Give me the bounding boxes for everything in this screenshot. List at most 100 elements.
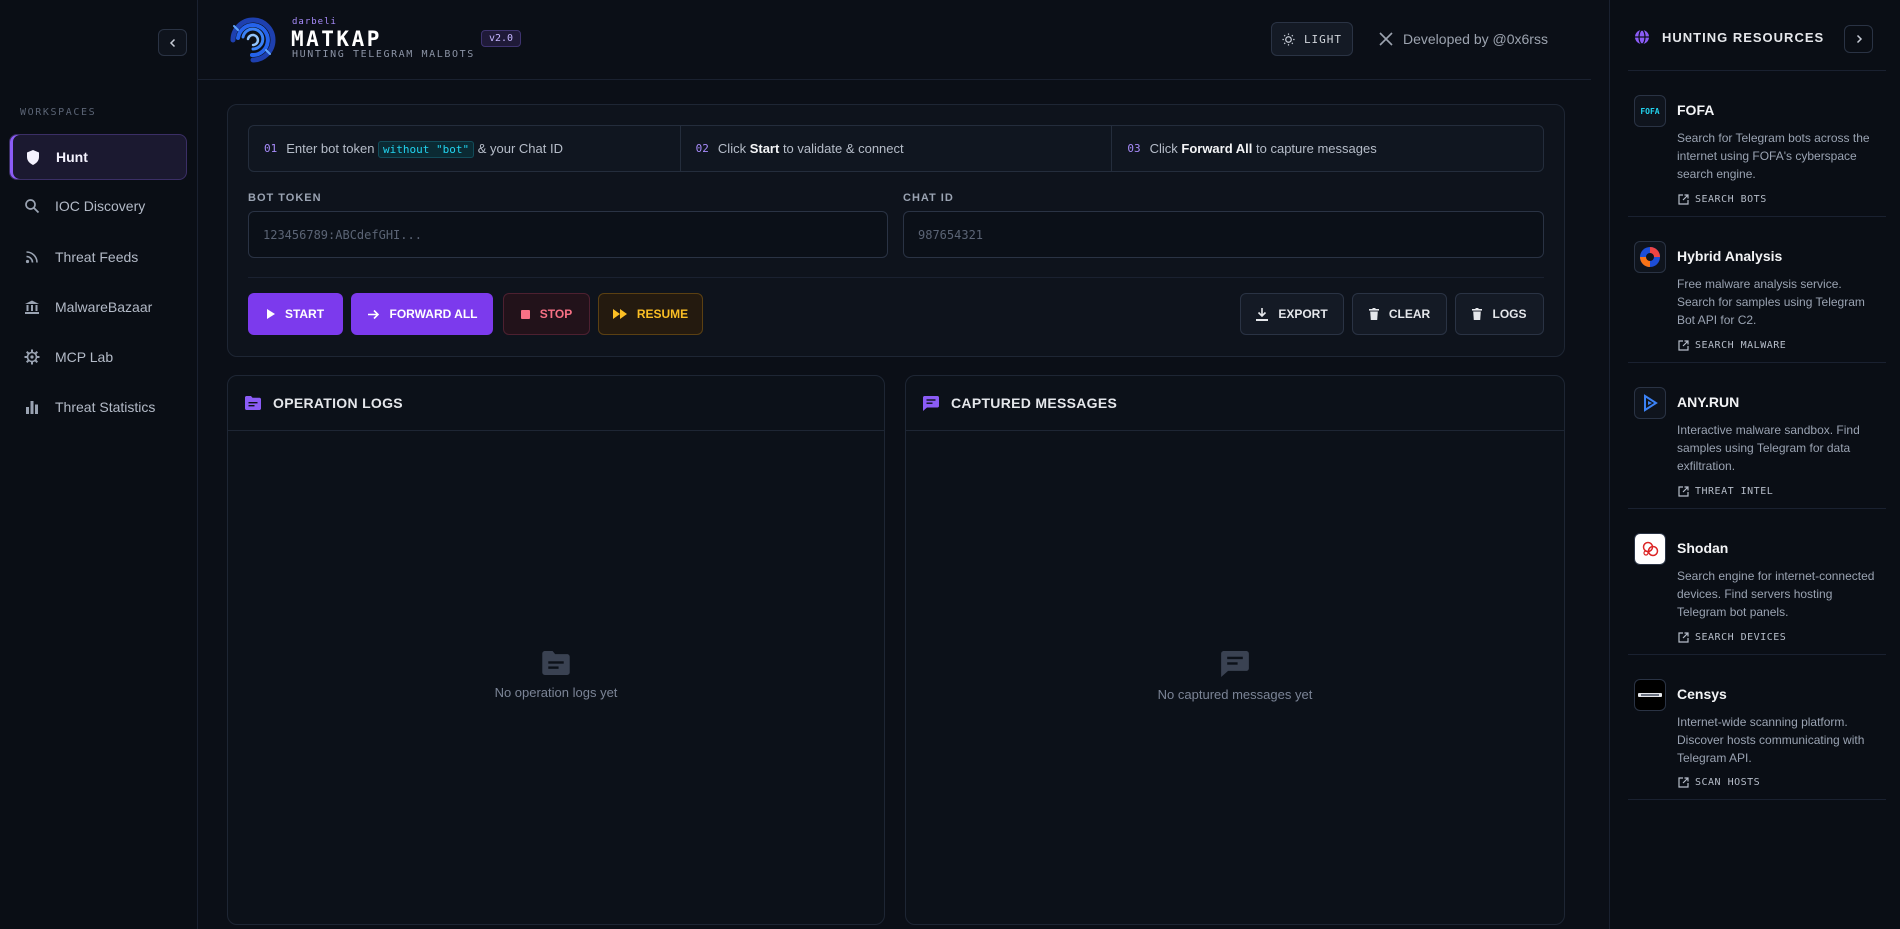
resources-collapse-button[interactable]	[1844, 25, 1873, 53]
sidebar-item-ioc-discovery[interactable]: IOC Discovery	[9, 183, 187, 229]
forward-all-button-label: FORWARD ALL	[389, 307, 478, 321]
resource-link[interactable]: THREAT INTEL	[1678, 486, 1773, 497]
sidebar-item-mcp-lab[interactable]: MCP Lab	[9, 334, 187, 380]
resource-description: Free malware analysis service. Search fo…	[1677, 277, 1865, 327]
chevron-right-icon	[1856, 34, 1862, 44]
sidebar-item-label: MCP Lab	[55, 349, 114, 365]
resource-name: Shodan	[1677, 540, 1729, 556]
operation-logs-panel: OPERATION LOGS No operation logs yet	[227, 375, 885, 925]
instructions-steps: 01 Enter bot token without "bot" & your …	[248, 125, 1544, 172]
workspaces-label: WORKSPACES	[20, 107, 97, 118]
bar-chart-icon	[23, 398, 41, 416]
hunting-resources-sidebar: HUNTING RESOURCES FOFA FOFA Search for T…	[1609, 0, 1900, 929]
export-button[interactable]: EXPORT	[1240, 293, 1344, 335]
external-link-icon	[1678, 340, 1689, 351]
start-button[interactable]: START	[248, 293, 343, 335]
resume-button[interactable]: RESUME	[598, 293, 703, 335]
brand-title: MATKAP	[291, 27, 382, 51]
sidebar-item-threat-statistics[interactable]: Threat Statistics	[9, 384, 187, 430]
resource-description: Search for Telegram bots across the inte…	[1677, 131, 1870, 181]
panel-header: CAPTURED MESSAGES	[906, 376, 1564, 431]
developer-link[interactable]: Developed by @0x6rss	[1379, 31, 1548, 47]
version-badge: v2.0	[481, 30, 522, 47]
resource-card-hybrid-analysis[interactable]: Hybrid Analysis Free malware analysis se…	[1628, 216, 1886, 362]
logs-button[interactable]: LOGS	[1455, 293, 1544, 335]
shield-icon	[24, 148, 42, 166]
arrow-right-icon	[367, 309, 379, 319]
step-text: Click Start to validate & connect	[718, 141, 904, 156]
resource-card-fofa[interactable]: FOFA FOFA Search for Telegram bots acros…	[1628, 70, 1886, 216]
shodan-logo-icon	[1634, 533, 1666, 565]
resource-name: Hybrid Analysis	[1677, 248, 1783, 264]
resource-link-label: THREAT INTEL	[1695, 486, 1774, 497]
step-text: Click Forward All to capture messages	[1150, 141, 1377, 156]
download-icon	[1256, 307, 1269, 321]
chat-id-input[interactable]: 987654321	[903, 211, 1544, 258]
resource-link-label: SEARCH MALWARE	[1695, 340, 1787, 351]
bank-icon	[23, 298, 41, 316]
stop-button-label: STOP	[539, 307, 573, 321]
sidebar-item-label: Threat Statistics	[55, 399, 156, 415]
bot-token-label: BOT TOKEN	[248, 192, 322, 204]
step-text: Enter bot token without "bot" & your Cha…	[286, 141, 563, 158]
step-text-part: Click	[717, 141, 750, 156]
fast-forward-icon	[612, 309, 627, 319]
empty-state: No operation logs yet	[228, 651, 884, 700]
resource-link[interactable]: SEARCH MALWARE	[1678, 340, 1786, 351]
sidebar-item-malwarebazaar[interactable]: MalwareBazaar	[9, 284, 187, 330]
play-icon	[266, 309, 275, 319]
resource-link[interactable]: SCAN HOSTS	[1678, 777, 1760, 788]
resource-card-shodan[interactable]: Shodan Search engine for internet-connec…	[1628, 508, 1886, 654]
folder-icon	[245, 396, 261, 410]
trash-icon	[1368, 308, 1379, 320]
resource-card-censys[interactable]: Censys Internet-wide scanning platform. …	[1628, 654, 1886, 800]
resource-card-any-run[interactable]: ANY.RUN Interactive malware sandbox. Fin…	[1628, 362, 1886, 508]
sidebar-item-label: IOC Discovery	[55, 198, 146, 214]
theme-toggle-label: LIGHT	[1303, 32, 1343, 46]
empty-state: No captured messages yet	[906, 651, 1564, 702]
theme-toggle-button[interactable]: LIGHT	[1271, 22, 1353, 56]
step-number: 03	[1127, 142, 1141, 155]
trash-icon	[1472, 308, 1483, 320]
stop-icon	[520, 309, 530, 319]
step-text-part: Enter bot token	[286, 141, 379, 156]
chat-icon	[923, 395, 939, 411]
chat-id-label: CHAT ID	[903, 192, 954, 204]
resource-name: FOFA	[1677, 102, 1715, 118]
resources-header: HUNTING RESOURCES	[1634, 29, 1824, 45]
forward-all-button[interactable]: FORWARD ALL	[351, 293, 493, 335]
resume-button-label: RESUME	[636, 307, 689, 321]
resource-description: Internet-wide scanning platform. Discove…	[1677, 715, 1865, 765]
resources-title: HUNTING RESOURCES	[1662, 29, 1825, 45]
clear-button[interactable]: CLEAR	[1352, 293, 1447, 335]
resource-link-label: SCAN HOSTS	[1695, 777, 1761, 788]
empty-state-text: No captured messages yet	[1157, 687, 1313, 702]
brand-subtitle: HUNTING TELEGRAM MALBOTS	[292, 49, 475, 60]
external-link-icon	[1678, 777, 1689, 788]
resource-description: Interactive malware sandbox. Find sample…	[1677, 423, 1860, 473]
resource-link-label: SEARCH BOTS	[1695, 194, 1767, 205]
x-logo-icon	[1379, 32, 1393, 46]
resource-link[interactable]: SEARCH DEVICES	[1678, 632, 1786, 643]
rss-icon	[23, 248, 41, 266]
sun-icon	[1282, 32, 1295, 46]
hybrid-analysis-logo-icon	[1634, 241, 1666, 273]
chat-icon	[1221, 651, 1249, 677]
panel-title: CAPTURED MESSAGES	[951, 395, 1118, 411]
external-link-icon	[1678, 194, 1689, 205]
developer-label: Developed by @0x6rss	[1403, 31, 1548, 47]
sidebar-item-hunt[interactable]: Hunt	[9, 134, 187, 180]
step-text-bold: Forward All	[1181, 141, 1253, 156]
stop-button[interactable]: STOP	[503, 293, 590, 335]
bot-token-input[interactable]: 123456789:ABCdefGHI...	[248, 211, 888, 258]
step-text-part: Click	[1149, 141, 1182, 156]
sidebar-item-threat-feeds[interactable]: Threat Feeds	[9, 234, 187, 280]
fofa-logo-text: FOFA	[1640, 106, 1660, 116]
resource-link[interactable]: SEARCH BOTS	[1678, 194, 1767, 205]
step-number: 01	[264, 142, 278, 155]
collapse-sidebar-button[interactable]	[158, 29, 187, 56]
control-panel: 01 Enter bot token without "bot" & your …	[227, 104, 1565, 357]
sidebar-item-label: MalwareBazaar	[55, 299, 153, 315]
search-icon	[23, 197, 41, 215]
globe-icon	[1635, 29, 1649, 45]
